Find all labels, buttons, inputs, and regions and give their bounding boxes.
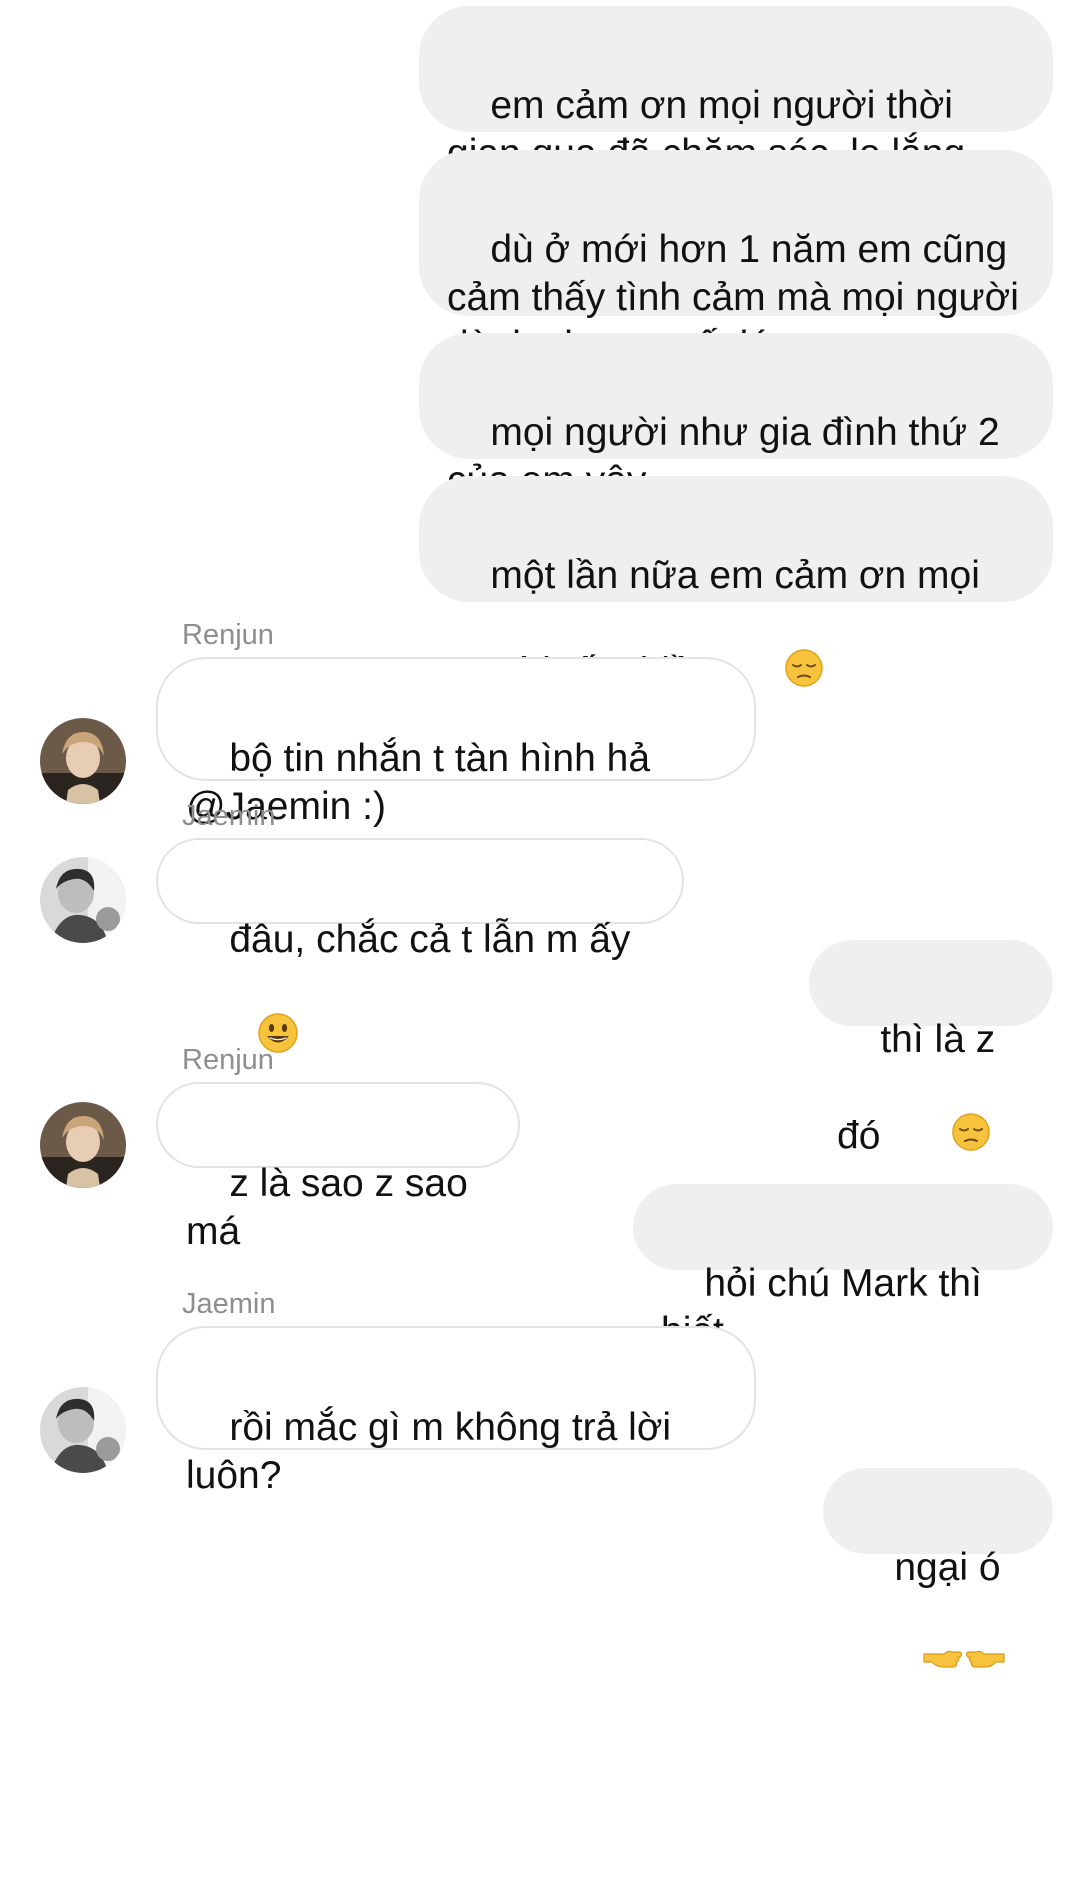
sender-name: Renjun bbox=[182, 1044, 274, 1076]
pointing-fingers-icon bbox=[857, 1592, 1006, 1736]
outgoing-message[interactable]: ngại ó bbox=[823, 1468, 1053, 1668]
incoming-message[interactable]: bộ tin nhắn t tàn hình hả @Jaemin :) bbox=[156, 657, 756, 828]
message-text: z là sao z sao má bbox=[186, 1162, 479, 1253]
outgoing-message[interactable]: em cảm ơn mọi người thời gian qua đã chă… bbox=[419, 6, 1053, 223]
renjun-avatar[interactable] bbox=[40, 1102, 126, 1188]
incoming-message[interactable]: đâu, chắc cả t lẫn m ấy bbox=[156, 838, 684, 1053]
message-text: đâu, chắc cả t lẫn m ấy bbox=[229, 918, 631, 961]
sender-name: Renjun bbox=[182, 619, 274, 651]
incoming-message[interactable]: z là sao z sao má bbox=[156, 1082, 520, 1253]
sender-name: Jaemin bbox=[182, 1288, 276, 1320]
renjun-avatar[interactable] bbox=[40, 718, 126, 804]
jaemin-avatar[interactable] bbox=[40, 1387, 126, 1473]
incoming-message[interactable]: rồi mắc gì m không trả lời luôn? bbox=[156, 1326, 756, 1497]
outgoing-message[interactable]: hỏi chú Mark thì biết bbox=[633, 1184, 1053, 1353]
chat-thread: em cảm ơn mọi người thời gian qua đã chă… bbox=[0, 0, 1080, 1877]
jaemin-avatar[interactable] bbox=[40, 857, 126, 943]
outgoing-message[interactable]: mọi người như gia đình thứ 2 của em vậy bbox=[419, 333, 1053, 502]
outgoing-message[interactable]: dù ở mới hơn 1 năm em cũng cảm thấy tình… bbox=[419, 150, 1053, 367]
outgoing-message[interactable]: một lần nữa em cảm ơn mọi người rất nhiề… bbox=[419, 476, 1053, 693]
sender-name: Jaemin bbox=[182, 800, 276, 832]
message-text: ngại ó bbox=[894, 1546, 1001, 1589]
outgoing-message[interactable]: thì là z đó bbox=[809, 940, 1053, 1157]
message-text: rồi mắc gì m không trả lời luôn? bbox=[186, 1406, 682, 1497]
